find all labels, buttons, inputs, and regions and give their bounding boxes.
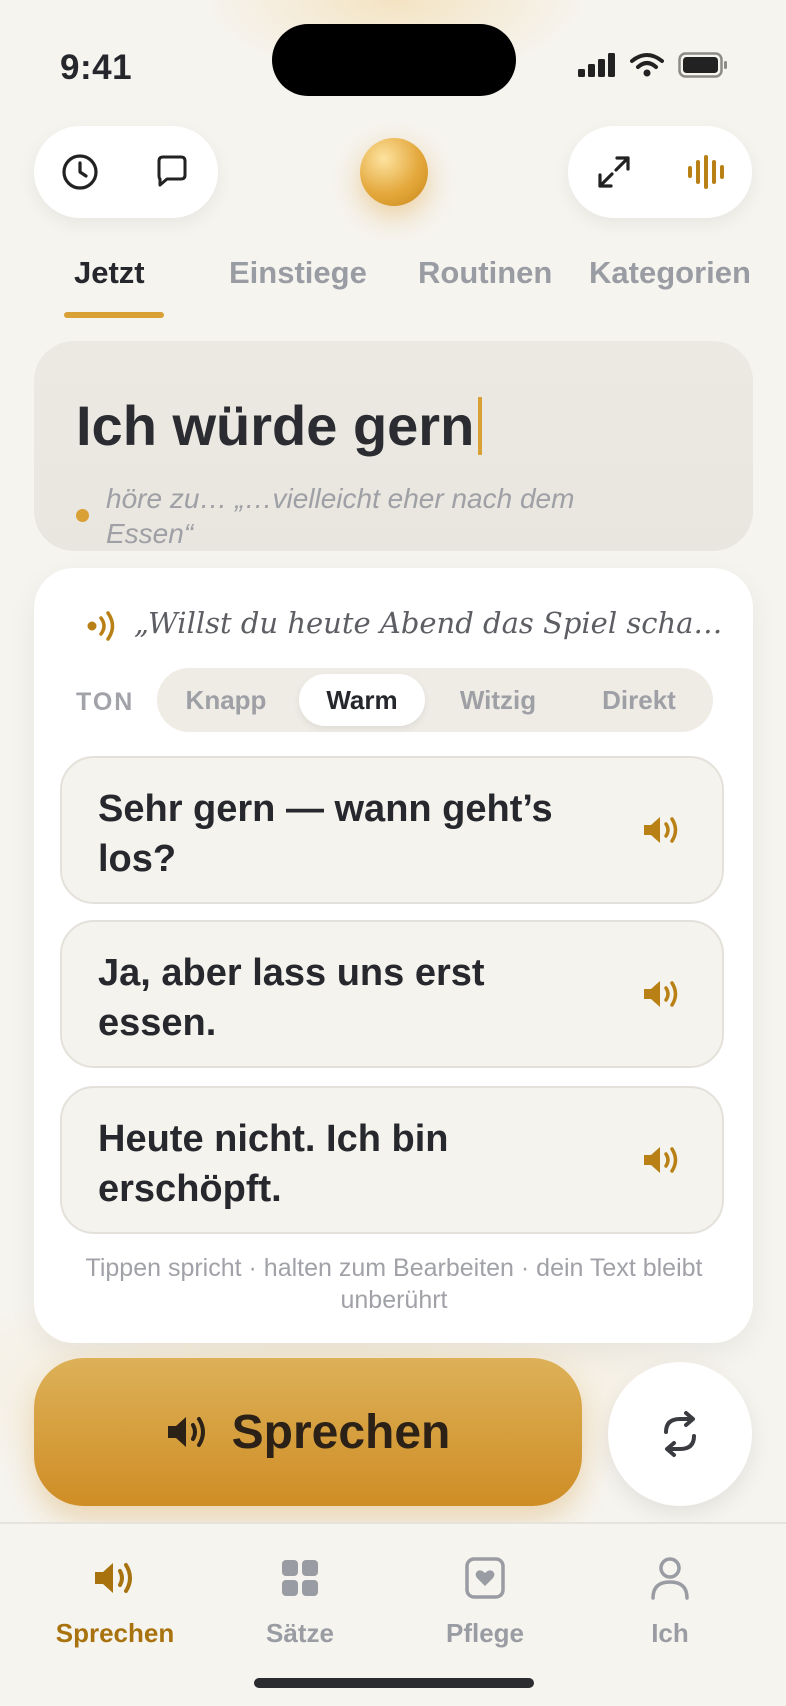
battery-icon [678,52,727,78]
voice-wave-button[interactable] [676,142,736,202]
reply-option[interactable]: Sehr gern — wann geht’s los? [60,756,724,904]
voice-orb[interactable] [360,138,428,206]
top-right-controls [568,126,752,218]
nav-saetze[interactable]: Sätze [205,1552,395,1649]
tone-direkt[interactable]: Direkt [571,674,707,726]
tone-label: TON [76,688,135,716]
fullscreen-button[interactable] [584,142,644,202]
tab-jetzt[interactable]: Jetzt [74,255,145,291]
nav-label: Sprechen [55,1618,175,1648]
speaker-icon [644,817,678,843]
status-icons [578,52,728,78]
speaker-icon [95,1563,132,1593]
clock-icon [62,154,98,190]
reply-option[interactable]: Heute nicht. Ich bin erschöpft. [60,1086,724,1234]
listening-transcript: höre zu… „…vielleicht eher nach dem Esse… [106,483,575,549]
speaker-icon [167,1417,205,1447]
nav-pflege[interactable]: Pflege [390,1552,580,1649]
tone-warm[interactable]: Warm [299,674,425,726]
chat-button[interactable] [142,142,202,202]
composer-card[interactable]: Ich würde gern höre zu… „…vielleicht ehe… [34,341,753,551]
speaker-icon [644,1147,678,1173]
mode-tabs: Jetzt Einstiege Routinen Kategorien [0,255,786,325]
active-tab-indicator [64,312,164,318]
status-time: 9:41 [60,48,133,87]
history-button[interactable] [50,142,110,202]
wifi-icon [630,53,664,77]
nav-label: Pflege [445,1618,525,1648]
listening-dot [76,509,89,522]
tab-routinen[interactable]: Routinen [418,255,552,291]
signal-icon [578,53,615,77]
suggestions-card: „Willst du heute Abend das Spiel schauen… [34,568,753,1343]
reply-speak-button[interactable] [640,1138,684,1182]
person-icon [651,1557,689,1600]
reply-text: Ja, aber lass uns erst essen. [98,952,485,1044]
speak-button-label: Sprechen [231,1405,451,1459]
nav-label: Sätze [266,1618,334,1648]
reply-text: Sehr gern — wann geht’s los? [98,788,553,880]
speak-button[interactable]: Sprechen [34,1358,582,1506]
composer-text-wrap[interactable]: Ich würde gern [76,393,483,458]
heart-card-icon [465,1557,505,1599]
usage-hint: Tippen spricht · halten zum Bearbeiten ·… [85,1254,703,1314]
dynamic-island [272,24,516,96]
nav-sprechen[interactable]: Sprechen [20,1552,210,1649]
expand-icon [598,156,630,188]
tab-kategorien[interactable]: Kategorien [589,255,751,291]
refresh-suggestions-button[interactable] [608,1362,752,1506]
speaker-icon [644,981,678,1007]
heard-quote: „Willst du heute Abend das Spiel schauen… [134,606,734,640]
chat-bubble-icon [157,155,187,187]
tab-einstiege[interactable]: Einstiege [229,255,367,291]
refresh-icon [664,1411,696,1457]
home-indicator [254,1678,534,1688]
nav-ich[interactable]: Ich [575,1552,765,1649]
nav-label: Ich [651,1618,689,1648]
tone-knapp[interactable]: Knapp [163,674,289,726]
tone-witzig[interactable]: Witzig [435,674,561,726]
waveform-icon [688,155,724,189]
reply-speak-button[interactable] [640,972,684,1016]
composer-text: Ich würde gern [76,394,475,457]
text-caret [478,396,483,455]
top-left-controls [34,126,218,218]
heard-speech-icon [87,611,115,641]
reply-speak-button[interactable] [640,808,684,852]
reply-option[interactable]: Ja, aber lass uns erst essen. [60,920,724,1068]
tone-selector: Knapp Warm Witzig Direkt [157,668,713,732]
grid-icon [282,1560,318,1596]
reply-text: Heute nicht. Ich bin erschöpft. [98,1118,449,1210]
